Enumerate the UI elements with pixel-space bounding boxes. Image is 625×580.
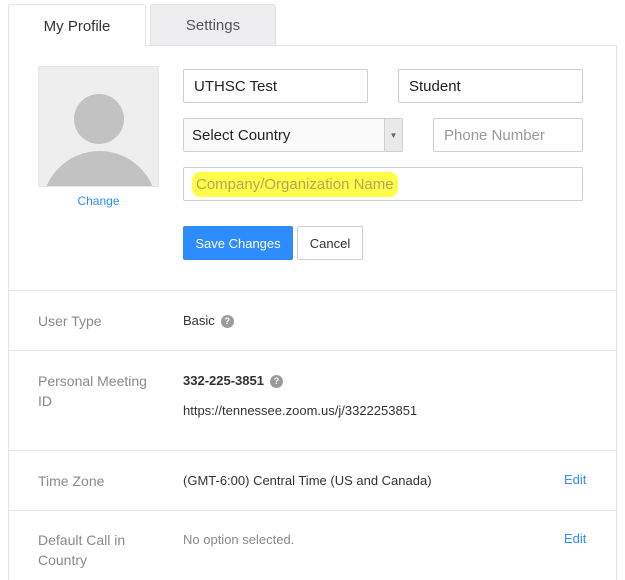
avatar-body-icon: [42, 151, 157, 186]
pmi-number: 332-225-3851: [183, 373, 264, 388]
pmi-url: https://tennessee.zoom.us/j/3322253851: [183, 403, 418, 418]
divider: [9, 450, 616, 451]
avatar: [38, 66, 159, 187]
user-type-value: Basic?: [183, 312, 234, 330]
call-in-country-label: Default Call in Country: [38, 530, 125, 570]
save-changes-button[interactable]: Save Changes: [183, 226, 293, 260]
pmi-label-line2: ID: [38, 393, 52, 409]
pmi-label: Personal Meeting ID: [38, 371, 147, 411]
profile-tabs: My Profile Settings: [8, 4, 620, 47]
time-zone-label: Time Zone: [38, 473, 105, 489]
call-in-country-value: No option selected.: [183, 532, 295, 547]
tab-my-profile[interactable]: My Profile: [8, 4, 146, 47]
first-name-input[interactable]: UTHSC Test: [183, 69, 368, 103]
tab-settings[interactable]: Settings: [150, 4, 276, 46]
country-select[interactable]: Select Country ▼: [183, 118, 403, 152]
change-avatar-link[interactable]: Change: [38, 194, 159, 208]
company-input[interactable]: Company/Organization Name: [183, 167, 583, 201]
divider: [9, 350, 616, 351]
call-in-label-line2: Country: [38, 552, 88, 568]
help-icon[interactable]: ?: [269, 375, 283, 388]
company-placeholder: Company/Organization Name: [192, 171, 398, 197]
avatar-head-icon: [74, 94, 124, 144]
country-select-value: Select Country: [192, 126, 291, 144]
user-type-text: Basic: [183, 313, 215, 328]
profile-panel: Change UTHSC Test Student Select Country…: [8, 45, 617, 580]
time-zone-edit-link[interactable]: Edit: [564, 472, 586, 487]
divider: [9, 510, 616, 511]
cancel-button[interactable]: Cancel: [297, 226, 363, 260]
pmi-value: 332-225-3851?: [183, 372, 283, 390]
user-type-label: User Type: [38, 313, 102, 329]
chevron-down-icon[interactable]: ▼: [384, 119, 402, 151]
time-zone-value: (GMT-6:00) Central Time (US and Canada): [183, 473, 432, 488]
pmi-label-line1: Personal Meeting: [38, 373, 147, 389]
last-name-input[interactable]: Student: [398, 69, 583, 103]
call-in-label-line1: Default Call in: [38, 532, 126, 548]
call-in-edit-link[interactable]: Edit: [564, 531, 586, 546]
divider: [9, 290, 616, 291]
help-icon[interactable]: ?: [220, 315, 234, 328]
phone-number-input[interactable]: Phone Number: [433, 118, 583, 152]
